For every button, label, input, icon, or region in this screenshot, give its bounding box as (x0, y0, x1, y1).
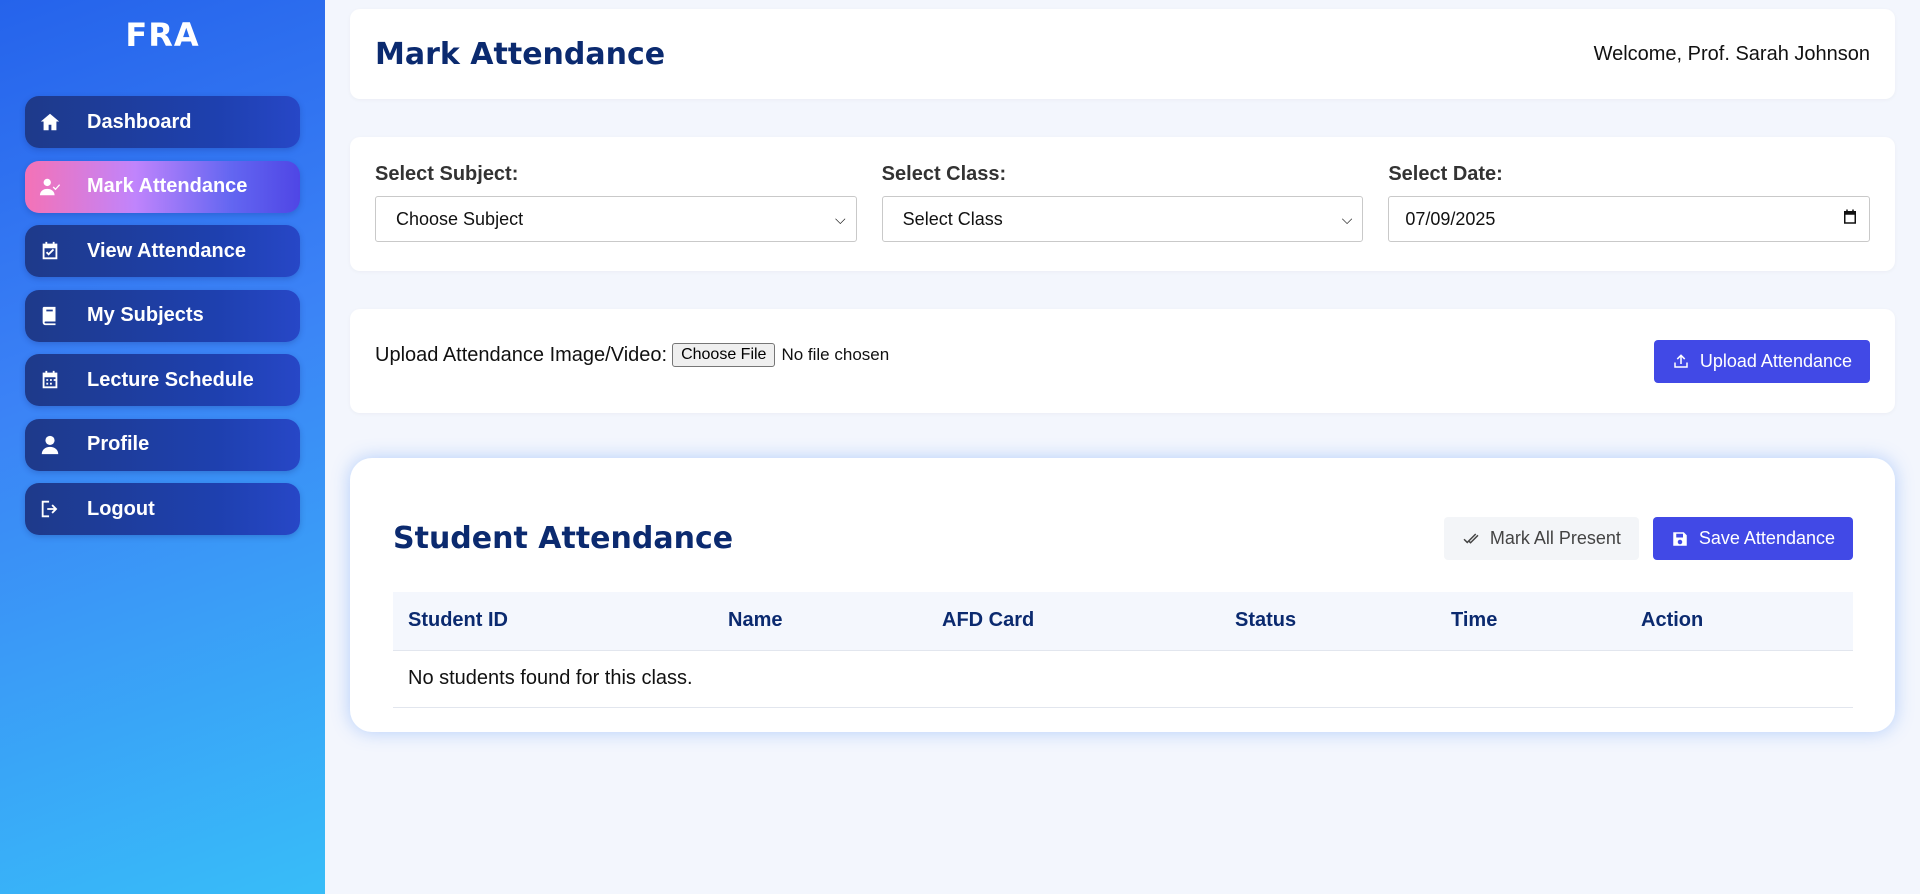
chevron-down-icon: ⌵ (1341, 210, 1353, 227)
attendance-title: Student Attendance (393, 521, 734, 556)
save-attendance-label: Save Attendance (1698, 528, 1835, 548)
brand-logo: FRA (125, 16, 200, 54)
attendance-actions: Mark All Present Save Attendance (1443, 517, 1853, 560)
sidebar-item-label: Lecture Schedule (87, 368, 254, 391)
empty-message: No students found for this class. (393, 650, 1853, 708)
calendar-check-icon (37, 238, 63, 264)
column-header-student-id: Student ID (393, 592, 713, 651)
sidebar-item-label: View Attendance (87, 239, 246, 262)
student-attendance-card: Student Attendance Mark All Present Save… (350, 458, 1895, 732)
column-header-afd-card: AFD Card (927, 592, 1220, 651)
choose-file-button[interactable]: Choose File (672, 343, 776, 367)
sidebar-item-mark-attendance[interactable]: Mark Attendance (25, 160, 300, 213)
column-header-action: Action (1626, 592, 1853, 651)
date-input[interactable]: 07/09/2025 (1388, 196, 1871, 242)
upload-label: Upload Attendance Image/Video: (375, 343, 668, 366)
sidebar-item-view-attendance[interactable]: View Attendance (25, 225, 300, 277)
save-icon (1673, 531, 1687, 546)
book-icon (37, 303, 63, 329)
column-header-name: Name (713, 592, 927, 651)
upload-icon (1674, 354, 1688, 368)
sidebar-item-lecture-schedule[interactable]: Lecture Schedule (25, 354, 300, 406)
sidebar-item-profile[interactable]: Profile (25, 418, 300, 471)
user-check-icon (37, 174, 63, 200)
class-filter: Select Class: Select Class ⌵ (881, 163, 1364, 271)
table-row: No students found for this class. (393, 650, 1853, 708)
upload-field: Upload Attendance Image/Video: Choose Fi… (375, 343, 889, 367)
sidebar-item-label: Logout (87, 497, 155, 520)
logout-icon (37, 496, 63, 522)
attendance-table: Student ID Name AFD Card Status Time Act… (393, 592, 1853, 708)
mark-all-present-button[interactable]: Mark All Present (1443, 517, 1639, 560)
sidebar-item-dashboard[interactable]: Dashboard (25, 96, 300, 148)
class-select-value: Select Class (902, 208, 1003, 229)
upload-attendance-label: Upload Attendance (1699, 350, 1852, 371)
calendar-picker-icon[interactable] (1841, 208, 1859, 231)
welcome-text: Welcome, Prof. Sarah Johnson (1593, 42, 1870, 65)
main-content: Mark Attendance Welcome, Prof. Sarah Joh… (350, 9, 1895, 732)
sidebar-item-label: Mark Attendance (87, 175, 248, 197)
sidebar-item-my-subjects[interactable]: My Subjects (25, 289, 300, 342)
subject-select-value: Choose Subject (396, 208, 524, 229)
sidebar-item-label: My Subjects (87, 304, 204, 326)
calendar-icon (37, 367, 63, 393)
date-label: Select Date: (1388, 163, 1503, 185)
home-icon (37, 109, 63, 135)
sidebar-item-logout[interactable]: Logout (25, 483, 300, 535)
save-attendance-button[interactable]: Save Attendance (1652, 517, 1853, 560)
file-status: No file chosen (781, 345, 890, 364)
class-select[interactable]: Select Class ⌵ (881, 196, 1364, 242)
filters-card: Select Subject: Choose Subject ⌵ Select … (350, 137, 1895, 271)
sidebar-item-label: Profile (87, 433, 150, 455)
upload-attendance-button[interactable]: Upload Attendance (1653, 339, 1870, 383)
page-title: Mark Attendance (375, 36, 666, 72)
sidebar: FRA Dashboard Mark Attendance View Atten… (0, 0, 325, 894)
double-check-icon (1463, 532, 1479, 544)
subject-filter: Select Subject: Choose Subject ⌵ (375, 163, 857, 271)
page-header: Mark Attendance Welcome, Prof. Sarah Joh… (350, 9, 1895, 99)
date-input-value: 07/09/2025 (1405, 208, 1496, 229)
column-header-status: Status (1220, 592, 1436, 651)
column-header-time: Time (1436, 592, 1626, 651)
attendance-header: Student Attendance Mark All Present Save… (393, 458, 1853, 572)
upload-card: Upload Attendance Image/Video: Choose Fi… (350, 309, 1895, 413)
user-icon (37, 432, 63, 458)
subject-select[interactable]: Choose Subject ⌵ (375, 196, 857, 242)
chevron-down-icon: ⌵ (835, 210, 846, 227)
mark-all-present-label: Mark All Present (1489, 528, 1621, 548)
sidebar-item-label: Dashboard (87, 110, 192, 133)
table-header-row: Student ID Name AFD Card Status Time Act… (393, 592, 1853, 651)
subject-label: Select Subject: (375, 163, 519, 185)
date-filter: Select Date: 07/09/2025 (1388, 163, 1871, 271)
class-label: Select Class: (881, 163, 1007, 185)
